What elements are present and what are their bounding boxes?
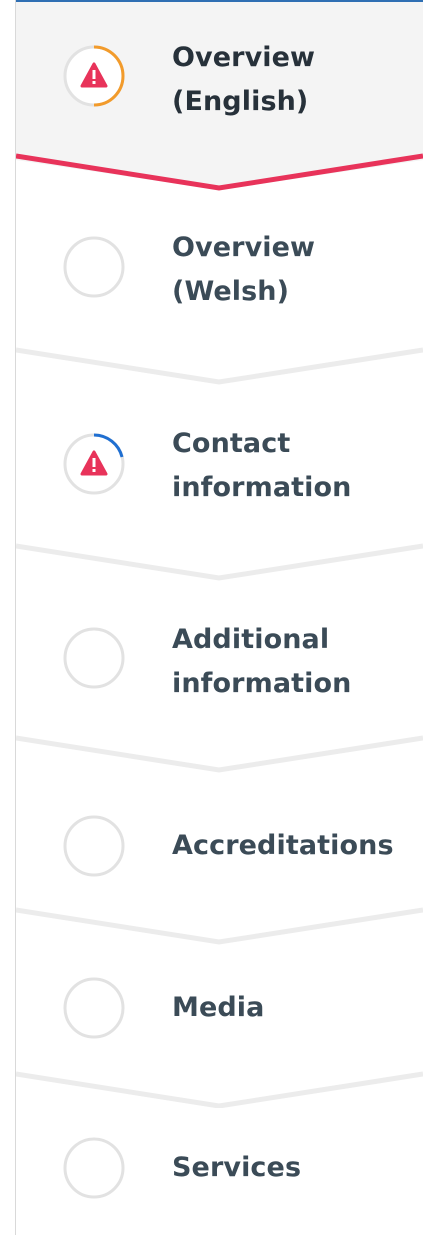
step-label: Overview (Welsh) [172, 232, 316, 307]
step-accreditations[interactable]: Accreditations [16, 780, 423, 950]
step-media[interactable]: Media [16, 946, 423, 1108]
step-label: Additional information [172, 624, 352, 699]
step-additional-information[interactable]: Additional information [16, 588, 423, 784]
step-label: Accreditations [172, 830, 394, 861]
step-label: Overview (English) [172, 42, 316, 117]
step-label: Contact information [172, 428, 352, 503]
step-label: Media [172, 992, 265, 1023]
empty-circle-icon [63, 1137, 125, 1199]
empty-circle-icon [63, 236, 125, 298]
step-list: Overview (English) Overview (Welsh) Cont… [16, 0, 423, 1235]
partial-progress-ring [63, 433, 125, 495]
empty-circle-icon [63, 815, 125, 877]
step-overview-welsh[interactable]: Overview (Welsh) [16, 196, 423, 392]
left-rail [0, 0, 16, 1235]
partial-progress-ring [63, 45, 125, 107]
step-services[interactable]: Services [16, 1108, 423, 1235]
progress-stepper-sidebar: Overview (English) Overview (Welsh) Cont… [0, 0, 423, 1235]
step-label: Services [172, 1152, 302, 1183]
step-contact-information[interactable]: Contact information [16, 392, 423, 588]
empty-circle-icon [63, 977, 125, 1039]
step-overview-english[interactable]: Overview (English) [16, 2, 423, 192]
empty-circle-icon [63, 627, 125, 689]
